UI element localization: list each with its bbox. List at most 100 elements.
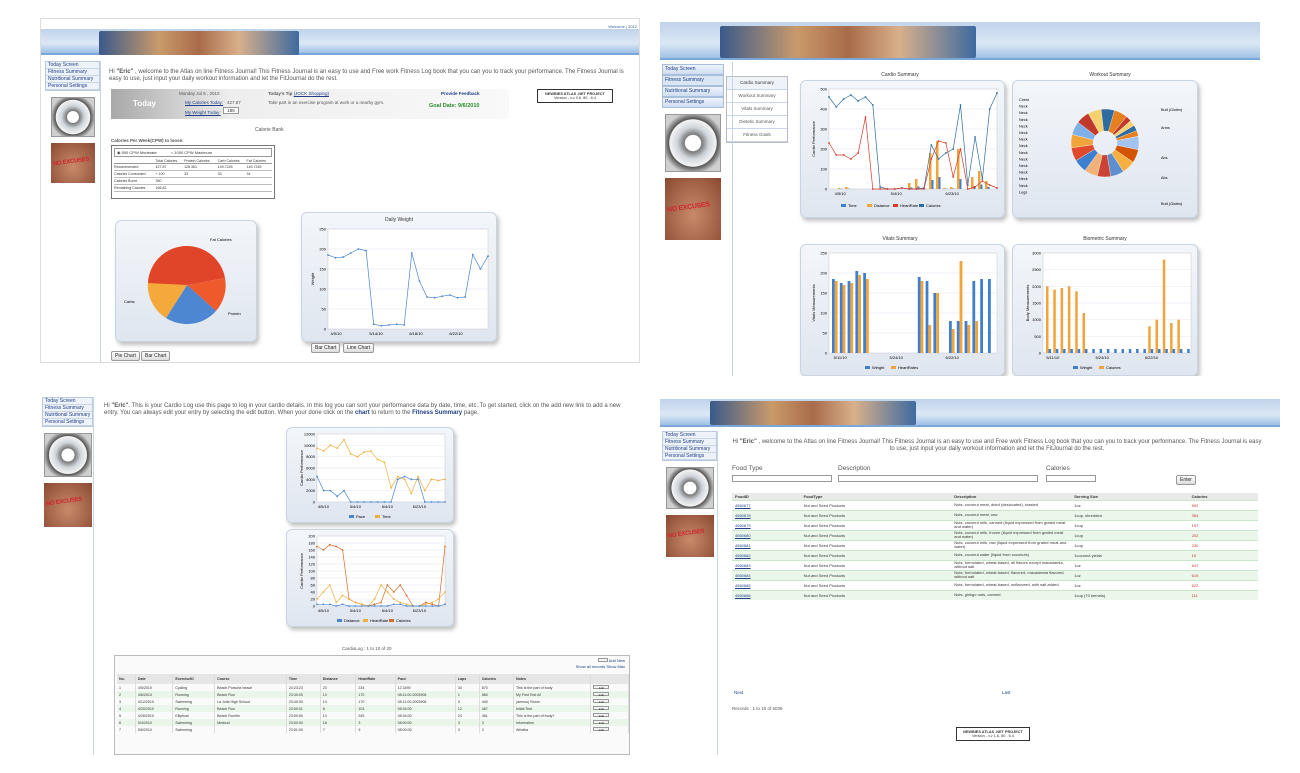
submenu-workout[interactable]: Workout Summary <box>727 90 787 103</box>
food-description: Nuts, ginkgo nuts, canned <box>951 589 1072 600</box>
pie-chart-button[interactable]: Pie Chart <box>111 351 140 361</box>
food-id-link[interactable]: 4560686 <box>732 589 801 600</box>
edit-button[interactable]: Edit <box>593 685 610 690</box>
nav-settings[interactable]: Personal Settings <box>663 453 716 460</box>
weight-bar-chart-button[interactable]: Bar Chart <box>311 343 341 353</box>
food-id-link[interactable]: 4560685 <box>732 579 801 590</box>
add-new-link[interactable]: Add New <box>609 658 625 663</box>
nav-fitness[interactable]: Fitness Summary <box>46 69 99 76</box>
cardio-header-cell[interactable]: No. <box>117 674 136 684</box>
last-link[interactable]: Last <box>1002 689 1011 696</box>
cardio-header-cell[interactable]: Pace <box>395 674 456 684</box>
calories-input[interactable] <box>1046 475 1096 482</box>
heartrate-bar <box>920 281 924 353</box>
tab-fitness[interactable]: Fitness Summary <box>662 75 724 86</box>
cardio-cell: 5 <box>117 712 136 719</box>
cardio-header-cell[interactable]: Notes <box>513 674 592 684</box>
weight-series-point <box>327 254 329 256</box>
weight-line-chart-button[interactable]: Line Chart <box>343 343 375 353</box>
edit-button[interactable]: Edit <box>593 713 610 718</box>
enter-button[interactable]: Enter <box>1176 475 1196 485</box>
food-id-link[interactable]: 4560684 <box>732 569 801 580</box>
show-links[interactable]: Show all records Show Max <box>576 664 625 669</box>
food-header-cell[interactable]: Calories <box>1188 493 1258 500</box>
nav-settings[interactable]: Personal Settings <box>43 419 92 426</box>
nav-settings[interactable]: Personal Settings <box>46 83 99 90</box>
food-header-cell[interactable]: FoodType <box>800 493 952 500</box>
food-id-link[interactable]: 4560683 <box>732 559 801 570</box>
cardio-cell: Elliptical <box>172 712 216 719</box>
radio-500[interactable]: ◉ 500 CPW Moderate <box>117 150 157 155</box>
heartrate-point <box>959 148 962 150</box>
cardio-cell: 170 <box>355 691 396 698</box>
pace-point <box>329 489 332 492</box>
description-input[interactable] <box>838 475 1038 482</box>
weight-today-input[interactable]: 185 <box>223 107 239 114</box>
food-id-link[interactable]: 4560678 <box>732 509 801 520</box>
cardio-cell: 234 <box>355 684 396 691</box>
food-header-cell[interactable]: Serving Size <box>1071 493 1189 500</box>
time-bar <box>938 177 941 189</box>
submenu-goals[interactable]: Fitness Goals <box>727 129 787 142</box>
heartrate-point <box>908 188 911 190</box>
cardio-header-cell[interactable]: Distance <box>320 674 357 684</box>
cal-row: Recommended 427.87 128.361 149.7245 149.7245 <box>114 163 272 171</box>
cardio-header-cell[interactable]: ExerciseID <box>172 674 216 684</box>
tab-today[interactable]: Today Screen <box>662 64 724 75</box>
distance-point <box>360 605 363 607</box>
food-id-link[interactable]: 4560679 <box>732 519 801 530</box>
submenu-cardio[interactable]: Cardio Summary <box>727 77 787 90</box>
nav-today[interactable]: Today Screen <box>46 62 99 69</box>
calories: 354 <box>1188 509 1258 520</box>
submenu-vitals[interactable]: Vitals Summary <box>727 103 787 116</box>
cardio-header-cell[interactable]: Course <box>214 674 287 684</box>
bar-chart-button[interactable]: Bar Chart <box>141 351 171 361</box>
cardio-header-cell[interactable]: Time <box>286 674 321 684</box>
nav-fitness[interactable]: Fitness Summary <box>663 439 716 446</box>
cardio-cell: 6 <box>117 719 136 726</box>
cardio-header-cell[interactable]: Laps <box>455 674 480 684</box>
cardio-header-cell[interactable]: Calories <box>479 674 515 684</box>
feedback-link[interactable]: Provide Feedback <box>441 90 480 97</box>
next-link[interactable]: Next <box>734 689 743 696</box>
edit-button[interactable]: Edit <box>593 692 610 697</box>
nav-today[interactable]: Today Screen <box>43 398 92 405</box>
cardio-cell: 13 <box>320 712 357 719</box>
food-header-cell[interactable]: FoodID <box>732 493 801 500</box>
cardio-header-cell[interactable]: Date <box>135 674 174 684</box>
food-header-cell[interactable]: Description <box>951 493 1072 500</box>
cardio-header-cell[interactable]: HeartRate <box>355 674 396 684</box>
weight-today-label[interactable]: My Weight Today: <box>185 109 221 116</box>
calories-today-label[interactable]: My Calories Today: <box>185 99 223 106</box>
nav-fitness[interactable]: Fitness Summary <box>43 405 92 412</box>
edit-button[interactable]: Edit <box>593 720 610 725</box>
nav-today[interactable]: Today Screen <box>663 432 716 439</box>
nav-nutrition[interactable]: Nutritional Summary <box>46 76 99 83</box>
fitness-summary-link[interactable]: Fitness Summary <box>412 410 462 416</box>
food-id-link[interactable]: 4560682 <box>732 549 801 560</box>
radio-1000[interactable]: ○ 1000 CPW Maximum <box>171 150 212 155</box>
edit-button[interactable]: Edit <box>593 727 610 732</box>
food-id-link[interactable]: 4560680 <box>732 529 801 540</box>
cardio-cell: 34 <box>455 684 480 691</box>
submenu-dietetic[interactable]: Dietetic Summary <box>727 116 787 129</box>
cardio-header-cell[interactable] <box>590 674 629 684</box>
chart-link[interactable]: chart <box>355 410 370 416</box>
calories-point <box>316 545 318 548</box>
tab-nutrition[interactable]: Nutritional Summary <box>662 86 724 97</box>
nav-nutrition[interactable]: Nutritional Summary <box>43 412 92 419</box>
food-type: Nut and Seed Products <box>800 529 952 540</box>
serving-size: 1coconut yields <box>1071 549 1189 560</box>
food-id-link[interactable]: 4560681 <box>732 539 801 550</box>
edit-button[interactable]: Edit <box>593 699 610 704</box>
bio-x-tick: 5/24/10 <box>1096 355 1110 360</box>
tab-settings[interactable]: Personal Settings <box>662 97 724 108</box>
food-type-input[interactable] <box>732 475 832 482</box>
tip-link[interactable]: (JOCK Shopping) <box>294 91 329 96</box>
cardio-cell: Initial Test <box>513 705 592 712</box>
food-id-link[interactable]: 4560677 <box>732 499 801 510</box>
disthr-y-tick: 60 <box>311 583 316 588</box>
nav-nutrition[interactable]: Nutritional Summary <box>663 446 716 453</box>
cardio-cell: 4/6/2010 <box>135 691 174 698</box>
edit-button[interactable]: Edit <box>593 706 610 711</box>
